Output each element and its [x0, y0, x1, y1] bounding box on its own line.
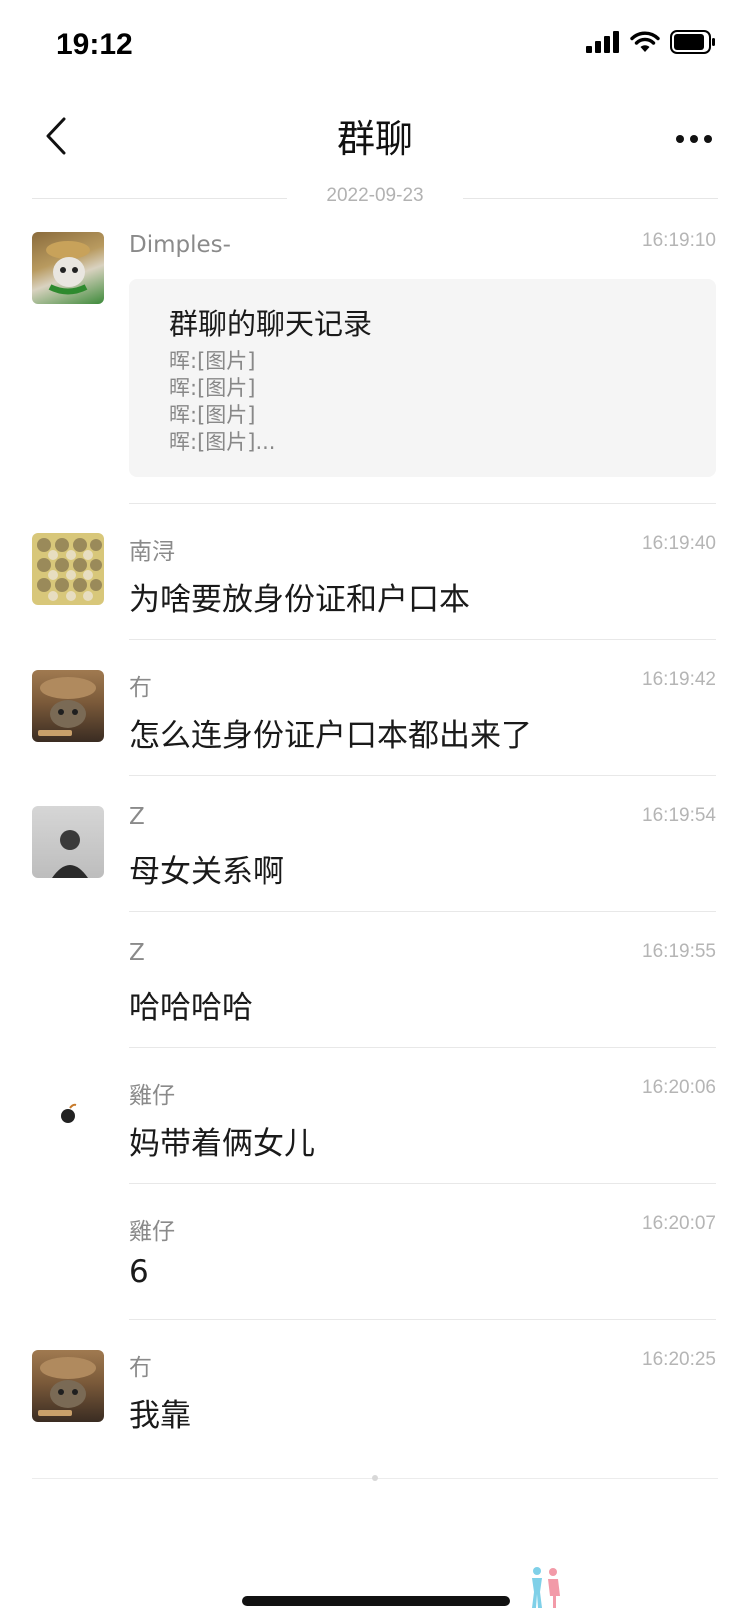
- separator: [129, 1183, 716, 1184]
- page-title: 群聊: [336, 117, 413, 161]
- message-time: 16:19:54: [642, 805, 716, 826]
- cat-avatar-icon: [46, 241, 90, 295]
- nav-bar: 群聊: [0, 92, 750, 182]
- wifi-icon: [630, 31, 660, 57]
- avatar[interactable]: [32, 533, 104, 605]
- cat-hat-avatar-icon: [38, 1357, 96, 1416]
- sender-name: Z: [129, 804, 145, 830]
- separator: [129, 911, 716, 912]
- message-time: 16:20:25: [642, 1349, 716, 1370]
- sender-name: Z: [129, 940, 145, 966]
- status-icons: [586, 30, 716, 58]
- avatar[interactable]: [32, 1350, 104, 1422]
- sticker-grid-avatar-icon: [37, 538, 102, 601]
- sender-name: 南浔: [129, 539, 175, 565]
- message-text: 哈哈哈哈: [129, 990, 253, 1026]
- separator: [129, 503, 716, 504]
- message-time: 16:19:10: [642, 230, 716, 251]
- separator: [129, 1047, 716, 1048]
- more-dots-icon: [675, 129, 713, 148]
- message-text: 6: [129, 1254, 149, 1290]
- message-time: 16:20:07: [642, 1213, 716, 1234]
- sender-name: 冇: [129, 1355, 152, 1381]
- avatar[interactable]: [32, 1078, 104, 1150]
- sender-name: 雞仔: [129, 1219, 175, 1245]
- person-avatar-icon: [52, 830, 88, 878]
- figures-watermark-icon: [528, 1566, 562, 1608]
- record-line: 晖:[图片]...: [169, 430, 276, 454]
- message-time: 16:19:40: [642, 533, 716, 554]
- message-time: 16:20:06: [642, 1077, 716, 1098]
- sender-name: Dimples-: [129, 232, 231, 258]
- message-time: 16:19:55: [642, 941, 716, 962]
- avatar[interactable]: [32, 670, 104, 742]
- status-bar: 19:12: [0, 0, 750, 92]
- separator: [129, 1319, 716, 1320]
- message-text: 我靠: [129, 1398, 191, 1434]
- end-dot: [372, 1475, 378, 1481]
- message-text: 为啥要放身份证和户口本: [129, 582, 470, 618]
- bomb-avatar-icon: [61, 1103, 77, 1123]
- avatar[interactable]: [32, 232, 104, 304]
- separator: [129, 775, 716, 776]
- record-title: 群聊的聊天记录: [169, 307, 373, 341]
- record-line: 晖:[图片]: [169, 403, 256, 427]
- sender-name: 雞仔: [129, 1083, 175, 1109]
- divider-line-right: [463, 198, 718, 199]
- sender-name: 冇: [129, 675, 152, 701]
- status-time: 19:12: [56, 28, 133, 61]
- separator: [129, 639, 716, 640]
- date-label: 2022-09-23: [326, 185, 424, 206]
- message-time: 16:19:42: [642, 669, 716, 690]
- more-button[interactable]: [664, 108, 724, 168]
- message-text: 怎么连身份证户口本都出来了: [129, 718, 532, 754]
- date-divider: 2022-09-23: [32, 180, 718, 216]
- avatar[interactable]: [32, 806, 104, 878]
- record-line: 晖:[图片]: [169, 349, 256, 373]
- home-indicator[interactable]: [242, 1596, 510, 1606]
- cat-hat-avatar-icon: [38, 677, 96, 736]
- record-line: 晖:[图片]: [169, 376, 256, 400]
- signal-icon: [586, 31, 620, 57]
- battery-icon: [670, 30, 716, 58]
- chat-record-card[interactable]: 群聊的聊天记录 晖:[图片] 晖:[图片] 晖:[图片] 晖:[图片]...: [129, 279, 716, 477]
- message-text: 母女关系啊: [129, 854, 284, 890]
- message-text: 妈带着俩女儿: [129, 1126, 315, 1162]
